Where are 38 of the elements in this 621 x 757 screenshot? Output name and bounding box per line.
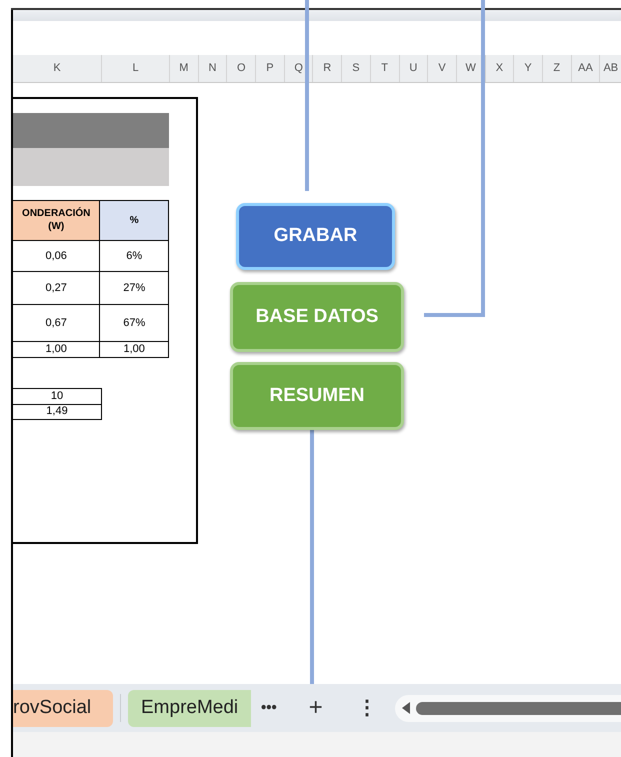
table-cell: 1,49 bbox=[13, 404, 101, 420]
column-header[interactable]: W bbox=[456, 55, 486, 82]
column-header[interactable]: AA bbox=[572, 55, 600, 82]
sheet-tab[interactable]: EmpreMedi bbox=[128, 690, 251, 726]
table-header: % bbox=[100, 201, 168, 240]
sheet-tab[interactable]: rovSocial bbox=[13, 690, 113, 726]
column-header[interactable]: P bbox=[256, 55, 285, 82]
table-cell: 0,27 bbox=[13, 272, 100, 304]
table-cell-text: 6% bbox=[125, 248, 144, 264]
scroll-left-icon[interactable] bbox=[402, 702, 410, 714]
column-header[interactable]: V bbox=[428, 55, 457, 82]
column-header[interactable]: AB bbox=[600, 55, 621, 82]
column-header[interactable]: M bbox=[170, 55, 199, 82]
column-header[interactable]: Z bbox=[542, 55, 572, 82]
table-cell-text: 67% bbox=[122, 316, 146, 331]
table-cell: 10 bbox=[13, 389, 101, 404]
column-header[interactable]: N bbox=[198, 55, 228, 82]
add-sheet-button[interactable]: + bbox=[308, 696, 323, 720]
column-header[interactable]: R bbox=[313, 55, 342, 82]
column-header[interactable]: T bbox=[370, 55, 400, 82]
column-header[interactable]: K bbox=[13, 55, 102, 82]
column-header[interactable]: O bbox=[227, 55, 256, 82]
table-cell-text: 1,00 bbox=[122, 342, 146, 357]
column-header[interactable]: S bbox=[342, 55, 371, 82]
macro-button[interactable]: GRABAR bbox=[236, 203, 395, 270]
column-header[interactable]: U bbox=[400, 55, 428, 82]
sheet-menu-button[interactable]: ⋮ bbox=[356, 698, 377, 718]
column-header[interactable]: X bbox=[486, 55, 514, 82]
column-header[interactable]: Y bbox=[514, 55, 543, 82]
horizontal-scrollbar[interactable] bbox=[394, 694, 621, 722]
column-header[interactable]: L bbox=[102, 55, 170, 82]
table-cell-text: 27% bbox=[122, 280, 146, 296]
table-cell: 0,67 bbox=[13, 305, 100, 341]
table-cell: 1,00 bbox=[13, 342, 100, 357]
table-header: ONDERACIÓN (W) bbox=[13, 201, 100, 240]
scrollbar-thumb[interactable] bbox=[416, 702, 621, 714]
table-cell: 0,06 bbox=[13, 241, 100, 271]
more-tabs-button[interactable]: ••• bbox=[261, 696, 277, 720]
